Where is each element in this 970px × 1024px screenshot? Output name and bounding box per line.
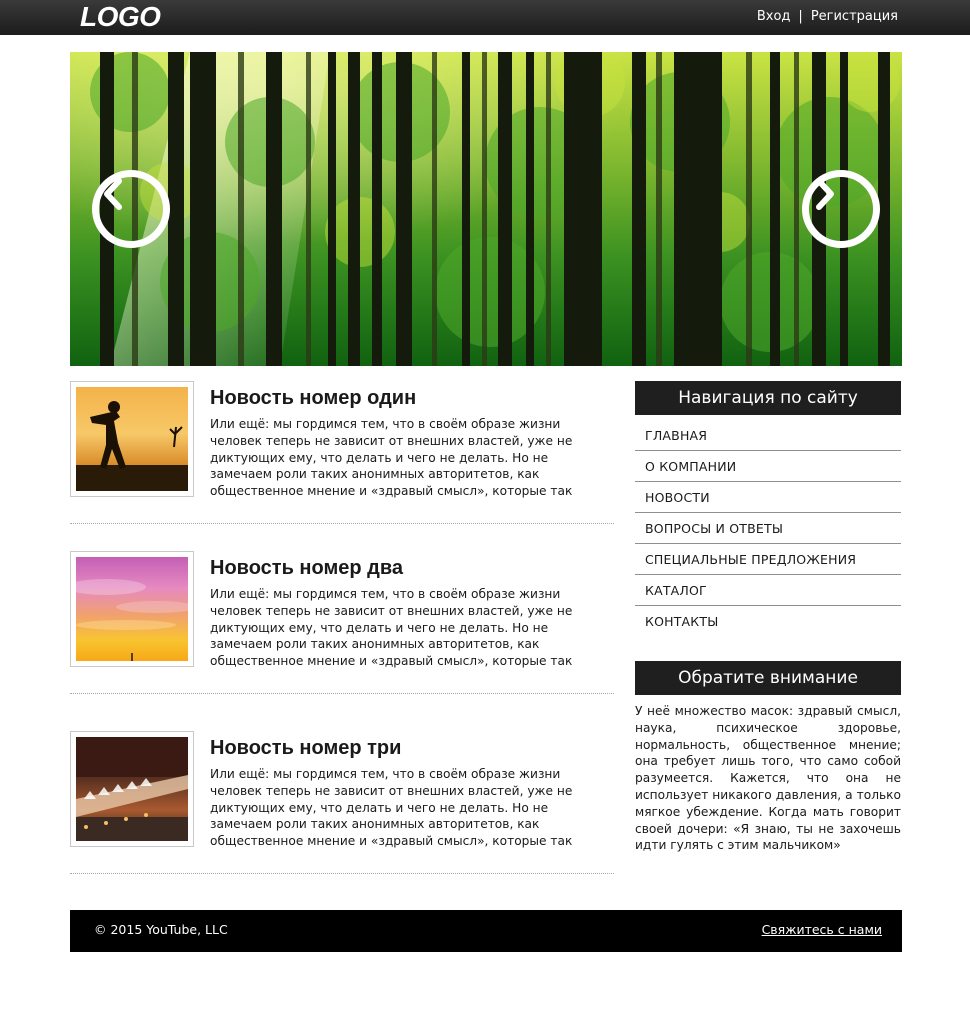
sunset-image (76, 579, 188, 661)
nav-item-contacts[interactable]: КОНТАКТЫ (635, 606, 901, 637)
news-title[interactable]: Новость номер два (210, 555, 403, 581)
news-item: Новость номер один Или ещё: мы гордимся … (70, 381, 614, 524)
register-link[interactable]: Регистрация (811, 9, 898, 25)
login-link[interactable]: Вход (757, 9, 791, 25)
news-item: Новость номер три Или ещё: мы гордимся т… (70, 731, 614, 874)
nav-item-about[interactable]: О КОМПАНИИ (635, 451, 901, 482)
news-thumbnail[interactable] (70, 731, 194, 847)
chevron-left-icon (104, 178, 122, 210)
nav-item-offers[interactable]: СПЕЦИАЛЬНЫЕ ПРЕДЛОЖЕНИЯ (635, 544, 901, 575)
nav-heading: Навигация по сайту (635, 381, 901, 415)
silhouette-image (76, 401, 188, 491)
nav-item-news[interactable]: НОВОСТИ (635, 482, 901, 513)
news-thumbnail[interactable] (70, 381, 194, 497)
auth-separator: | (798, 9, 803, 24)
nav-item-home[interactable]: ГЛАВНАЯ (635, 420, 901, 451)
news-thumbnail[interactable] (70, 551, 194, 667)
auth-links: Вход | Регистрация (757, 9, 898, 25)
contact-link[interactable]: Свяжитесь с нами (762, 922, 882, 937)
news-text: Или ещё: мы гордимся тем, что в своём об… (210, 417, 573, 499)
pier-night-image (76, 737, 188, 841)
nav-item-catalog[interactable]: КАТАЛОГ (635, 575, 901, 606)
image-slider (70, 52, 902, 366)
footer: © 2015 YouTube, LLC Свяжитесь с нами (70, 910, 902, 952)
notice-text: У неё множество масок: здравый смысл, на… (635, 704, 901, 853)
news-text: Или ещё: мы гордимся тем, что в своём об… (210, 587, 573, 669)
news-item: Новость номер два Или ещё: мы гордимся т… (70, 551, 614, 694)
news-title[interactable]: Новость номер один (210, 385, 416, 411)
logo[interactable]: LOGO (80, 1, 161, 33)
site-nav: ГЛАВНАЯ О КОМПАНИИ НОВОСТИ ВОПРОСЫ И ОТВ… (635, 420, 901, 637)
notice-heading: Обратите внимание (635, 661, 901, 695)
news-title[interactable]: Новость номер три (210, 735, 401, 761)
slider-prev-button[interactable] (92, 170, 170, 248)
forest-slide-image (70, 52, 902, 366)
nav-item-faq[interactable]: ВОПРОСЫ И ОТВЕТЫ (635, 513, 901, 544)
slider-next-button[interactable] (802, 170, 880, 248)
chevron-right-icon (816, 178, 834, 210)
news-text: Или ещё: мы гордимся тем, что в своём об… (210, 767, 573, 849)
copyright: © 2015 YouTube, LLC (94, 922, 228, 937)
top-bar: LOGO Вход | Регистрация (0, 0, 970, 35)
